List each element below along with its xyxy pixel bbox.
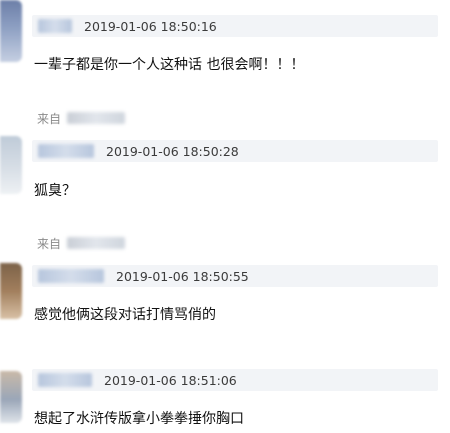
source-client-link[interactable]	[67, 237, 126, 249]
avatar[interactable]	[0, 263, 22, 319]
source-client-link[interactable]	[67, 112, 126, 124]
username-link[interactable]	[38, 144, 94, 158]
avatar[interactable]	[0, 0, 22, 62]
comment-list: 2019-01-06 18:50:16 一辈子都是你一个人这种话 也很会啊！！！…	[0, 0, 450, 433]
comment-text: 感觉他俩这段对话打情骂俏的	[34, 307, 216, 323]
comment-timestamp: 2019-01-06 18:51:06	[104, 372, 237, 388]
username-link[interactable]	[38, 269, 104, 283]
username-link[interactable]	[38, 19, 72, 33]
username-link[interactable]	[38, 373, 92, 387]
comment-text: 一辈子都是你一个人这种话 也很会啊！！！	[34, 57, 305, 73]
comment-source: 来自	[37, 235, 126, 251]
comment-timestamp: 2019-01-06 18:50:55	[116, 268, 249, 284]
avatar[interactable]	[0, 371, 22, 423]
avatar[interactable]	[0, 136, 22, 194]
comment-timestamp: 2019-01-06 18:50:16	[84, 18, 217, 34]
comment-header: 2019-01-06 18:50:55	[32, 265, 438, 287]
comment-timestamp: 2019-01-06 18:50:28	[106, 143, 239, 159]
comment-header: 2019-01-06 18:50:28	[32, 140, 438, 162]
comment-source: 来自	[37, 110, 126, 126]
comment-text: 狐臭？	[34, 183, 76, 199]
comment-text: 想起了水浒传版拿小拳拳捶你胸口	[34, 411, 244, 427]
comment-header: 2019-01-06 18:50:16	[32, 15, 438, 37]
comment-header: 2019-01-06 18:51:06	[32, 369, 438, 391]
source-label: 来自	[37, 236, 62, 251]
source-label: 来自	[37, 111, 62, 126]
